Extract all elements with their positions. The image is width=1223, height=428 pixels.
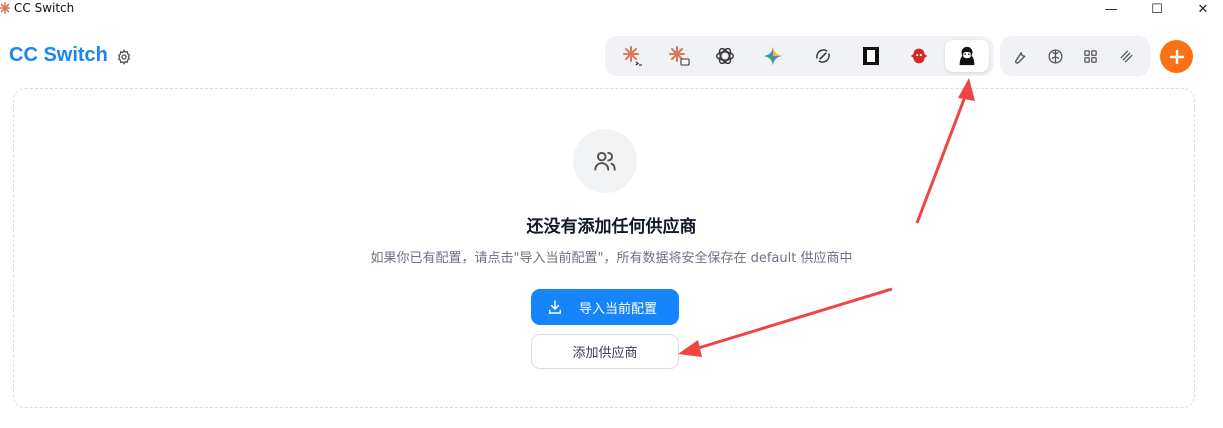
black-square-icon	[863, 47, 879, 65]
tool-loop[interactable]	[801, 40, 845, 72]
add-provider-label: 添加供应商	[572, 346, 638, 361]
mcp-button[interactable]	[1109, 40, 1143, 72]
minimize-icon: —	[1104, 1, 1118, 17]
layers-icon	[1119, 49, 1133, 63]
skills-button[interactable]	[1073, 40, 1107, 72]
settings-button[interactable]	[115, 48, 133, 66]
wrench-icon	[1014, 51, 1025, 64]
app-title: CC Switch	[9, 44, 108, 66]
gear-icon	[117, 49, 131, 65]
close-button[interactable]: ✕	[1180, 0, 1223, 18]
add-provider-button[interactable]: 添加供应商	[531, 334, 679, 369]
tool-selector	[605, 36, 994, 76]
tool-character[interactable]	[945, 40, 989, 72]
import-config-label: 导入当前配置	[578, 301, 657, 317]
empty-state-description: 如果你已有配置，请点击"导入当前配置"，所有数据将安全保存在 default 供…	[370, 251, 853, 266]
window-title: CC Switch	[14, 1, 75, 15]
download-icon	[548, 300, 562, 314]
empty-state-icon	[573, 129, 637, 193]
utility-toolbar	[1000, 36, 1150, 76]
refresh-loop-icon	[816, 49, 830, 63]
grid-icon	[1083, 49, 1097, 63]
add-provider-fab[interactable]	[1160, 40, 1193, 73]
users-icon	[594, 151, 616, 171]
tool-red[interactable]	[897, 40, 941, 72]
import-config-button[interactable]: 导入当前配置	[531, 289, 679, 325]
app-logo-icon	[0, 2, 10, 14]
tool-block[interactable]	[849, 40, 893, 72]
prompts-button[interactable]	[1038, 40, 1072, 72]
maximize-button[interactable]: ☐	[1134, 0, 1180, 18]
openai-icon	[716, 47, 734, 65]
maximize-icon: ☐	[1151, 1, 1163, 17]
character-icon	[959, 46, 975, 66]
plus-icon	[1169, 49, 1184, 64]
tools-button[interactable]	[1002, 40, 1036, 72]
window-titlebar: CC Switch — ☐ ✕	[0, 0, 1223, 18]
empty-state-title: 还没有添加任何供应商	[526, 217, 697, 237]
gemini-icon	[763, 46, 783, 66]
tool-gemini[interactable]	[751, 40, 795, 72]
tool-claude-desktop[interactable]	[657, 40, 701, 72]
tool-codex[interactable]	[703, 40, 747, 72]
claude-desktop-icon	[669, 46, 690, 66]
claude-terminal-icon	[623, 46, 642, 66]
minimize-button[interactable]: —	[1088, 0, 1134, 18]
close-icon: ✕	[1197, 1, 1209, 17]
red-creature-icon	[910, 48, 928, 64]
brain-icon	[1047, 48, 1063, 64]
tool-claude-code[interactable]	[611, 40, 655, 72]
